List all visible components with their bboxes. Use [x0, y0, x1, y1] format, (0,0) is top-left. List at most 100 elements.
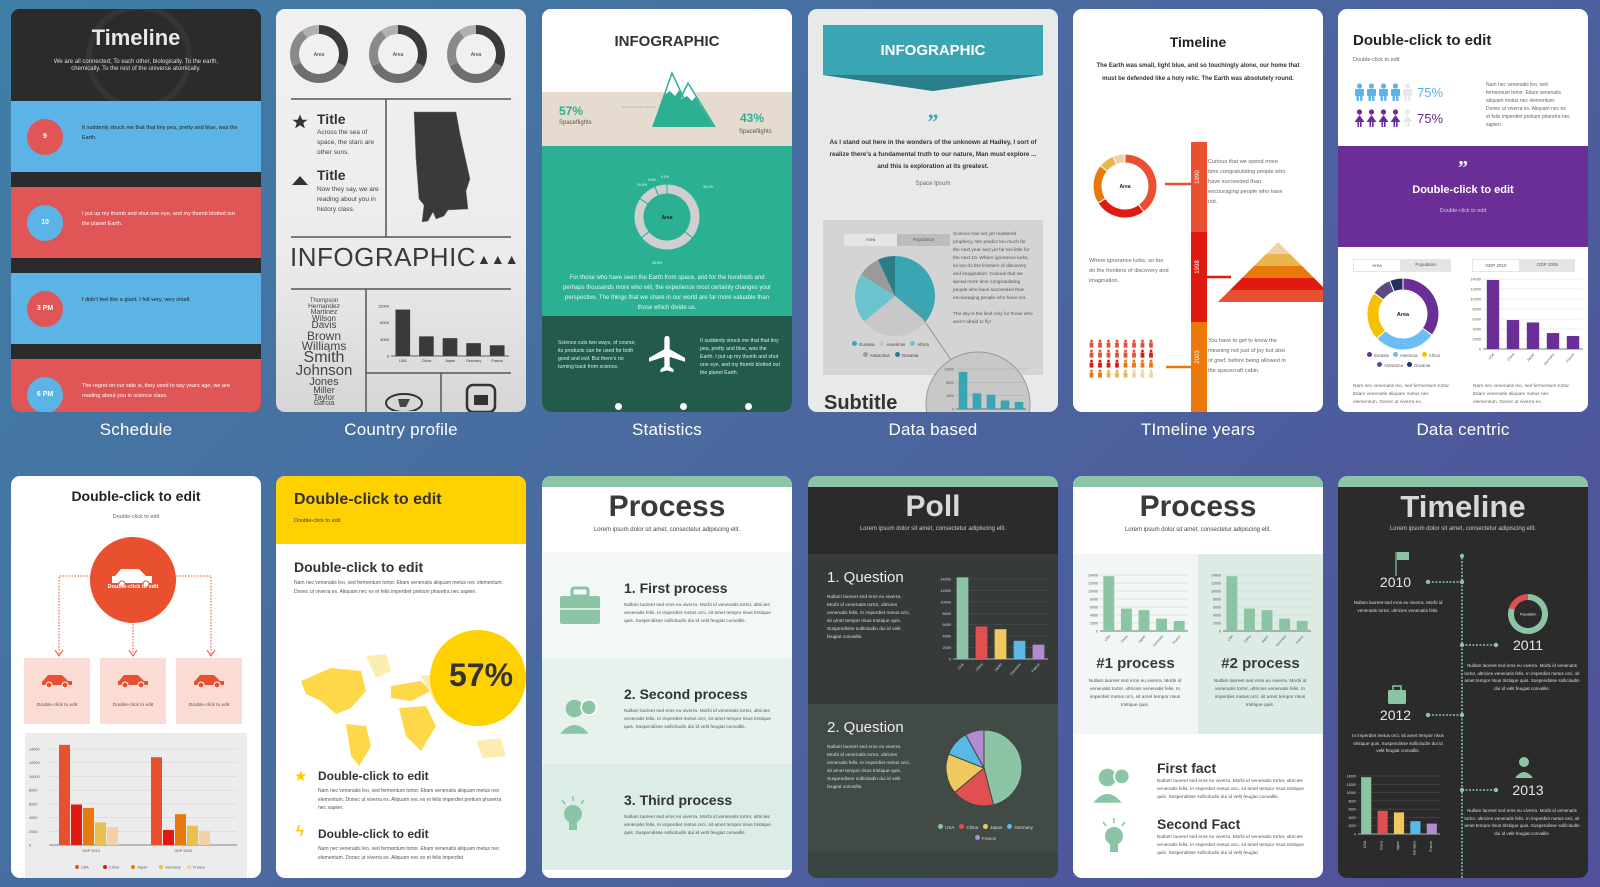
bar	[419, 336, 434, 356]
stats-donut-slice	[666, 183, 701, 239]
poll-subtitle: Lorem ipsum dolor sit amet, consectetur …	[859, 526, 1007, 532]
map-section-text: Nam nec venenatis leo, sed fermentum tor…	[294, 580, 503, 595]
tab-population[interactable]: Population	[897, 234, 950, 246]
item-text: Now they say, we are reading about you i…	[317, 186, 379, 213]
category-label: China	[422, 359, 433, 363]
template-card-timeline-years[interactable]: Timeline The Earth was small, light blue…	[1073, 9, 1323, 412]
template-label-timeline-years[interactable]: TImeline years	[1073, 420, 1323, 440]
tick-label: 0	[1219, 630, 1221, 634]
pyramid-tier	[1254, 254, 1302, 266]
poll-title: Poll	[905, 490, 961, 523]
donut-center-label: Area	[661, 215, 672, 221]
area-donut-slice	[1124, 153, 1158, 213]
template-card-statistics[interactable]: INFOGRAPHIC 57% Spaceflights 43% Spacefl…	[542, 9, 792, 412]
template-card-process[interactable]: Process Lorem ipsum dolor sit amet, cons…	[542, 476, 792, 878]
timeline-node[interactable]	[1459, 579, 1465, 585]
tick-label: 8000	[1213, 598, 1221, 602]
template-label-schedule[interactable]: Schedule	[11, 420, 261, 440]
tab-gdp-2005[interactable]: GDP 2005	[1520, 259, 1575, 272]
star-icon: ★	[294, 768, 308, 785]
template-card-dark-timeline[interactable]: Timeline Lorem ipsum dolor sit amet, con…	[1338, 476, 1588, 878]
bar	[1486, 279, 1500, 349]
template-label-data-based[interactable]: Data based	[808, 420, 1058, 440]
schedule-entry[interactable]: 10 I put up my thumb and shut one eye, an…	[11, 187, 261, 258]
template-card-poll[interactable]: Poll Lorem ipsum dolor sit amet, consect…	[808, 476, 1058, 878]
bar	[1506, 320, 1520, 349]
person-chat-icon	[558, 692, 602, 736]
tick-label: 8000	[943, 612, 951, 616]
template-card-schedule[interactable]: Timeline We are all connected; To each o…	[11, 9, 261, 412]
tick-label: 2000	[1213, 622, 1221, 626]
template-label-statistics[interactable]: Statistics	[542, 420, 792, 440]
tick-label: 12000	[378, 304, 390, 309]
person-icon	[1107, 359, 1110, 363]
car-option-box[interactable]: Double-click to edit	[24, 658, 90, 724]
template-card-process-charts[interactable]: Process Lorem ipsum dolor sit amet, cons…	[1073, 476, 1323, 878]
lightbulb-icon	[1102, 818, 1126, 852]
process-title: Process	[608, 490, 726, 523]
timeline-node[interactable]	[1459, 642, 1465, 648]
area-donut-slice	[290, 30, 308, 67]
person-icon	[1149, 369, 1153, 373]
poll-legend: USA China Japan Germany France	[923, 822, 1053, 844]
tab-area[interactable]: Area	[1353, 259, 1401, 272]
person-icon	[1107, 339, 1110, 343]
bar	[986, 394, 996, 409]
template-card-cars-flow[interactable]: Double-click to edit Double-click to edi…	[11, 476, 261, 878]
person-icon	[1141, 349, 1144, 353]
process-step[interactable]: 2. Second process Nullam laoreet sed eros…	[542, 658, 792, 764]
bar	[59, 744, 70, 845]
car-option-box[interactable]: Double-click to edit	[176, 658, 242, 724]
legend-swatch	[103, 865, 107, 869]
template-card-world-map[interactable]: Double-click to edit Double-click to edi…	[276, 476, 526, 878]
people-stat-value: 75%	[1417, 110, 1444, 126]
bar	[1156, 618, 1168, 631]
person-icon	[1132, 359, 1136, 363]
person-icon	[1149, 349, 1153, 353]
accent-strip	[1073, 476, 1323, 487]
car-icon	[40, 672, 74, 688]
tick-label: 12000	[940, 589, 951, 593]
schedule-entry[interactable]: 3 PM I didn't feel like a giant. I felt v…	[11, 273, 261, 344]
bar	[1243, 608, 1255, 631]
legend-item: USA	[938, 824, 954, 830]
donut-percent-label: 20.5%	[637, 183, 647, 187]
category-label: Japan	[994, 662, 1003, 672]
person-icon	[1090, 369, 1093, 373]
person-icon	[1098, 369, 1102, 373]
tab-population[interactable]: Population	[1401, 259, 1451, 272]
tick-label: 6000	[1213, 606, 1221, 610]
template-card-country-profile[interactable]: Area Area Area 12000 8000 4000 0 USA China Japan…	[276, 9, 526, 412]
schedule-entry[interactable]: 6 PM The regret on our side is, they used…	[11, 359, 261, 412]
bar	[1546, 333, 1560, 349]
process-chart-text: Nullam laoreet sed eros eu viverra. Morb…	[1088, 679, 1182, 708]
template-label-data-centric[interactable]: Data centric	[1338, 420, 1588, 440]
template-card-data-centric[interactable]: Double-click to edit Double-click to edi…	[1338, 9, 1588, 412]
car-option-box[interactable]: Double-click to edit	[100, 658, 166, 724]
tab-area[interactable]: Area	[844, 234, 897, 246]
donut-center-label: Area	[1397, 312, 1410, 318]
tick-label: 0	[29, 844, 31, 848]
tab-gdp-2010[interactable]: GDP 2010	[1472, 259, 1520, 272]
template-card-data-based[interactable]: INFOGRAPHIC ” As I stand out here in the…	[808, 9, 1058, 412]
ty-text-1: Curious that we spend more time congratu…	[1208, 159, 1286, 205]
timeline-node[interactable]	[1459, 787, 1465, 793]
tick-label: 14000	[1347, 775, 1357, 779]
process-step[interactable]: 1. First process Nullam laoreet sed eros …	[542, 552, 792, 658]
category-label: China	[1380, 841, 1384, 850]
process-step-text: Nullam laoreet sed eros eu viverra. Morb…	[624, 815, 771, 836]
data-subtitle: Subtitle	[824, 392, 898, 412]
stats-left-text: Science cuts two ways, of course; its pr…	[558, 340, 636, 370]
donut-percent-label: 36.2%	[703, 185, 713, 189]
category-label: Germany	[1152, 634, 1164, 647]
process-step[interactable]: 3. Third process Nullam laoreet sed eros …	[542, 764, 792, 870]
bar	[1526, 322, 1540, 349]
stats-right-text: It suddenly struck me that that tiny pea…	[700, 338, 780, 376]
timeline-node[interactable]	[1459, 712, 1465, 718]
donut-center-label: Population	[1520, 613, 1537, 617]
category-label: France	[1295, 634, 1305, 645]
template-label-country-profile[interactable]: Country profile	[276, 420, 526, 440]
schedule-entry[interactable]: 9 It suddenly struck me that that tiny pe…	[11, 101, 261, 172]
tick-label: 8000	[1348, 799, 1356, 803]
tick-label: 10000	[940, 600, 951, 604]
